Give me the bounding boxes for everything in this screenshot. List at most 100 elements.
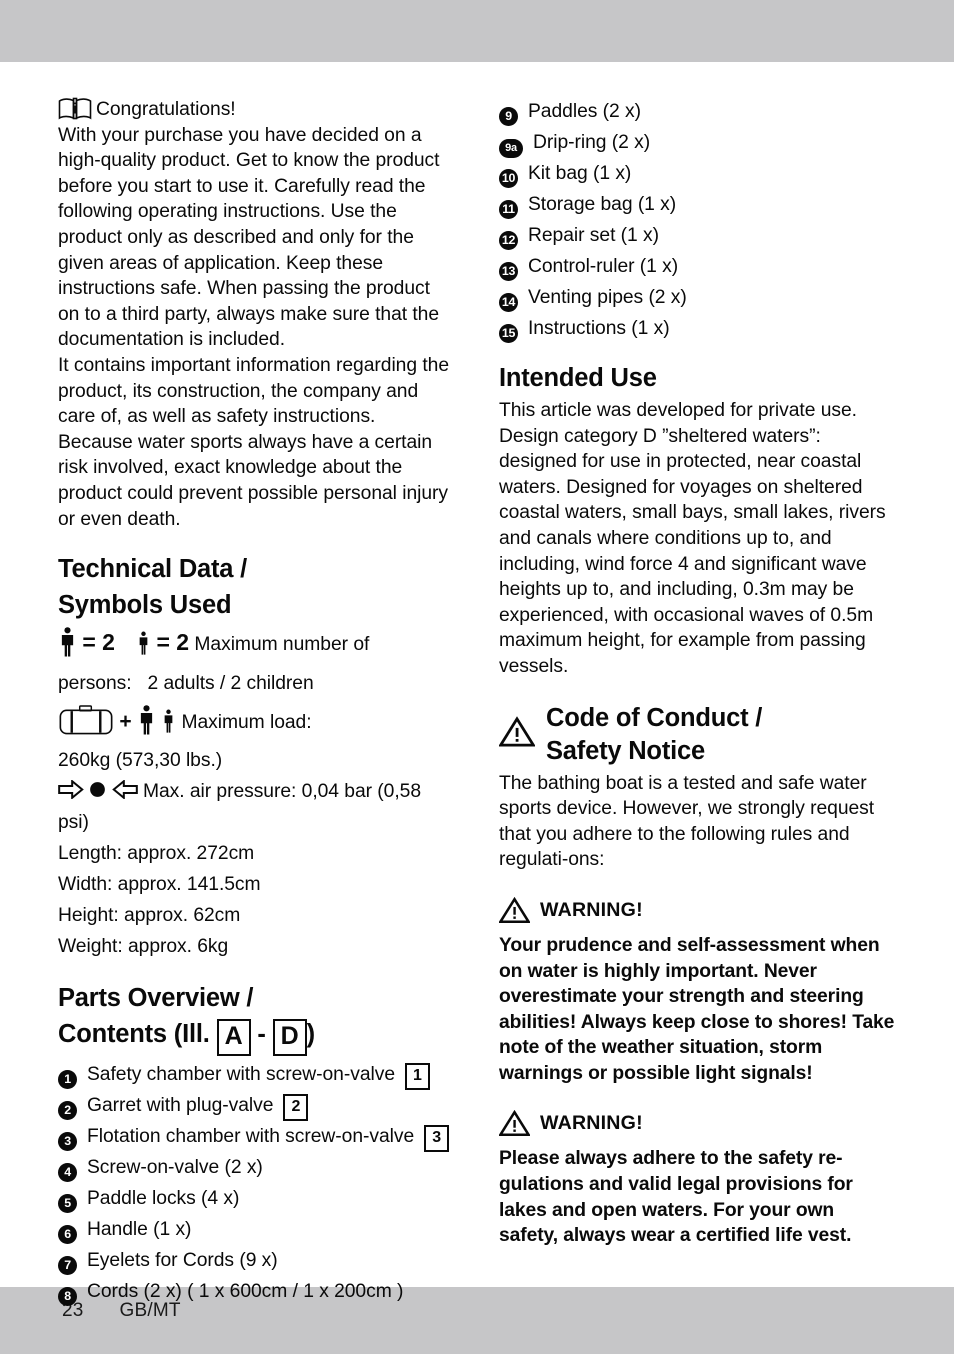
warning-label-1: WARNING!	[499, 896, 896, 924]
child-person-icon	[164, 709, 173, 733]
suitcase-icon	[59, 705, 113, 735]
max-load-value: 260kg (573,30 lbs.)	[58, 750, 223, 772]
adult-equals-count: = 2	[82, 629, 115, 656]
code-of-conduct-heading-block: Code of Conduct / Safety Notice	[499, 702, 896, 768]
congratulations-text: Congratulations!	[96, 99, 236, 120]
adult-person-icon	[61, 627, 74, 657]
item-number-badge: 7	[58, 1256, 77, 1276]
list-item: 1 Safety chamber with screw-on-valve 1	[58, 1059, 455, 1091]
warning-label-2-text: WARNING!	[540, 1112, 643, 1135]
intended-use-heading: Intended Use	[499, 364, 657, 392]
item-number-badge: 6	[58, 1225, 77, 1245]
child-person-icon	[139, 631, 148, 655]
intro-paragraph-1: With your purchase you have decided on a…	[58, 124, 440, 351]
item-label: Eyelets for Cords (9 x)	[87, 1250, 278, 1272]
item-label: Garret with plug-valve	[87, 1095, 274, 1117]
list-item: 14 Venting pipes (2 x)	[499, 282, 896, 313]
item-number-badge: 15	[499, 324, 518, 343]
item-number-badge: 8	[58, 1287, 77, 1307]
item-number-badge: 2	[58, 1101, 77, 1121]
weight-row: Weight: approx. 6kg	[58, 936, 229, 958]
adult-person-icon	[140, 705, 152, 735]
warning-label-1-text: WARNING!	[540, 898, 643, 921]
filled-circle-icon	[90, 782, 106, 797]
item-label: Kit bag (1 x)	[528, 163, 632, 184]
technical-data-heading-line1: Technical Data /	[58, 555, 248, 584]
parts-list-right: 9 Paddles (2 x) 9a Drip-ring (2 x) 10 Ki…	[499, 96, 896, 344]
item-ref-box: 1	[405, 1063, 430, 1091]
item-number-badge: 10	[499, 169, 518, 188]
item-label: Storage bag (1 x)	[528, 194, 677, 215]
parts-heading-suffix: )	[306, 1020, 316, 1049]
illustration-range-dash: -	[257, 1020, 266, 1049]
item-label: Handle (1 x)	[87, 1219, 192, 1241]
max-load-row: + Maximum load:	[58, 705, 455, 740]
list-item: 2 Garret with plug-valve 2	[58, 1090, 455, 1122]
persons-value-row: persons: 2 adults / 2 children	[58, 673, 314, 695]
item-label: Venting pipes (2 x)	[528, 287, 687, 308]
item-number-badge: 5	[58, 1194, 77, 1214]
list-item: 9a Drip-ring (2 x)	[499, 127, 896, 158]
item-label: Paddles (2 x)	[528, 101, 641, 122]
item-label: Instructions (1 x)	[528, 318, 670, 339]
code-of-conduct-heading-line1: Code of Conduct /	[546, 703, 763, 732]
warning-triangle-icon	[499, 715, 535, 747]
length-row: Length: approx. 272cm	[58, 843, 255, 865]
width-row: Width: approx. 141.5cm	[58, 874, 261, 896]
item-number-badge: 12	[499, 231, 518, 250]
max-load-label: Maximum load:	[181, 712, 312, 734]
item-label: Control-ruler (1 x)	[528, 256, 679, 277]
item-ref-box: 2	[283, 1094, 309, 1122]
list-item: 7 Eyelets for Cords (9 x)	[58, 1245, 455, 1276]
intro-paragraph-2: It contains important information regard…	[58, 354, 449, 530]
code-of-conduct-heading-line2: Safety Notice	[546, 736, 705, 765]
arrow-right-icon	[58, 780, 84, 800]
illustration-ref-d: D	[272, 1019, 307, 1057]
air-pressure-row: Max. air pressure: 0,04 bar (0,58 psi)	[58, 776, 455, 838]
left-column: Congratulations! With your purchase you …	[58, 96, 455, 1307]
illustration-ref-a: A	[216, 1019, 251, 1057]
child-equals-count: = 2	[156, 629, 190, 656]
item-label: Screw-on-valve (2 x)	[87, 1157, 263, 1179]
list-item: 10 Kit bag (1 x)	[499, 158, 896, 189]
parts-list-left: 1 Safety chamber with screw-on-valve 1 2…	[58, 1059, 455, 1307]
item-number-badge: 14	[499, 293, 518, 312]
warning-triangle-icon	[499, 1110, 530, 1137]
item-label: Flotation chamber with screw-on-valve	[87, 1126, 415, 1148]
item-number-badge: 11	[499, 200, 518, 219]
parts-heading-prefix: Contents (Ill.	[58, 1020, 210, 1049]
item-label: Paddle locks (4 x)	[87, 1188, 240, 1210]
warning-body-1: Your prudence and self-assessment when o…	[499, 934, 895, 1084]
item-label: Drip-ring (2 x)	[533, 132, 651, 153]
list-item: 8 Cords (2 x) ( 1 x 600cm / 1 x 200cm )	[58, 1276, 455, 1307]
item-number-badge: 4	[58, 1163, 77, 1183]
congratulations-line: Congratulations!	[58, 96, 455, 123]
item-ref-box: 3	[424, 1125, 450, 1153]
item-label: Safety chamber with screw-on-valve	[87, 1064, 395, 1086]
list-item: 5 Paddle locks (4 x)	[58, 1183, 455, 1214]
parts-overview-heading-line1: Parts Overview /	[58, 984, 254, 1013]
page-body: Congratulations! With your purchase you …	[0, 96, 954, 1307]
load-plus-sign: +	[119, 710, 132, 734]
arrow-left-icon	[111, 780, 138, 800]
list-item: 6 Handle (1 x)	[58, 1214, 455, 1245]
parts-overview-heading-line2: Contents (Ill. A - D)	[58, 1018, 455, 1057]
list-item: 15 Instructions (1 x)	[499, 313, 896, 344]
list-item: 13 Control-ruler (1 x)	[499, 251, 896, 282]
max-persons-row: = 2 = 2 Maximum number of	[58, 625, 455, 662]
list-item: 12 Repair set (1 x)	[499, 220, 896, 251]
item-label: Cords (2 x) ( 1 x 600cm / 1 x 200cm )	[87, 1281, 404, 1303]
max-persons-label: Maximum number of	[194, 634, 370, 656]
item-number-badge: 13	[499, 262, 518, 281]
item-number-badge: 9	[499, 107, 518, 126]
list-item: 4 Screw-on-valve (2 x)	[58, 1152, 455, 1183]
item-number-badge: 3	[58, 1132, 77, 1152]
top-grey-band	[0, 0, 954, 62]
right-column: 9 Paddles (2 x) 9a Drip-ring (2 x) 10 Ki…	[499, 96, 896, 1276]
warning-body-2: Please always adhere to the safety re-gu…	[499, 1148, 853, 1247]
item-label: Repair set (1 x)	[528, 225, 659, 246]
warning-label-2: WARNING!	[499, 1110, 896, 1137]
technical-data-heading-line2: Symbols Used	[58, 591, 232, 620]
list-item: 11 Storage bag (1 x)	[499, 189, 896, 220]
item-number-badge: 9a	[499, 139, 523, 158]
